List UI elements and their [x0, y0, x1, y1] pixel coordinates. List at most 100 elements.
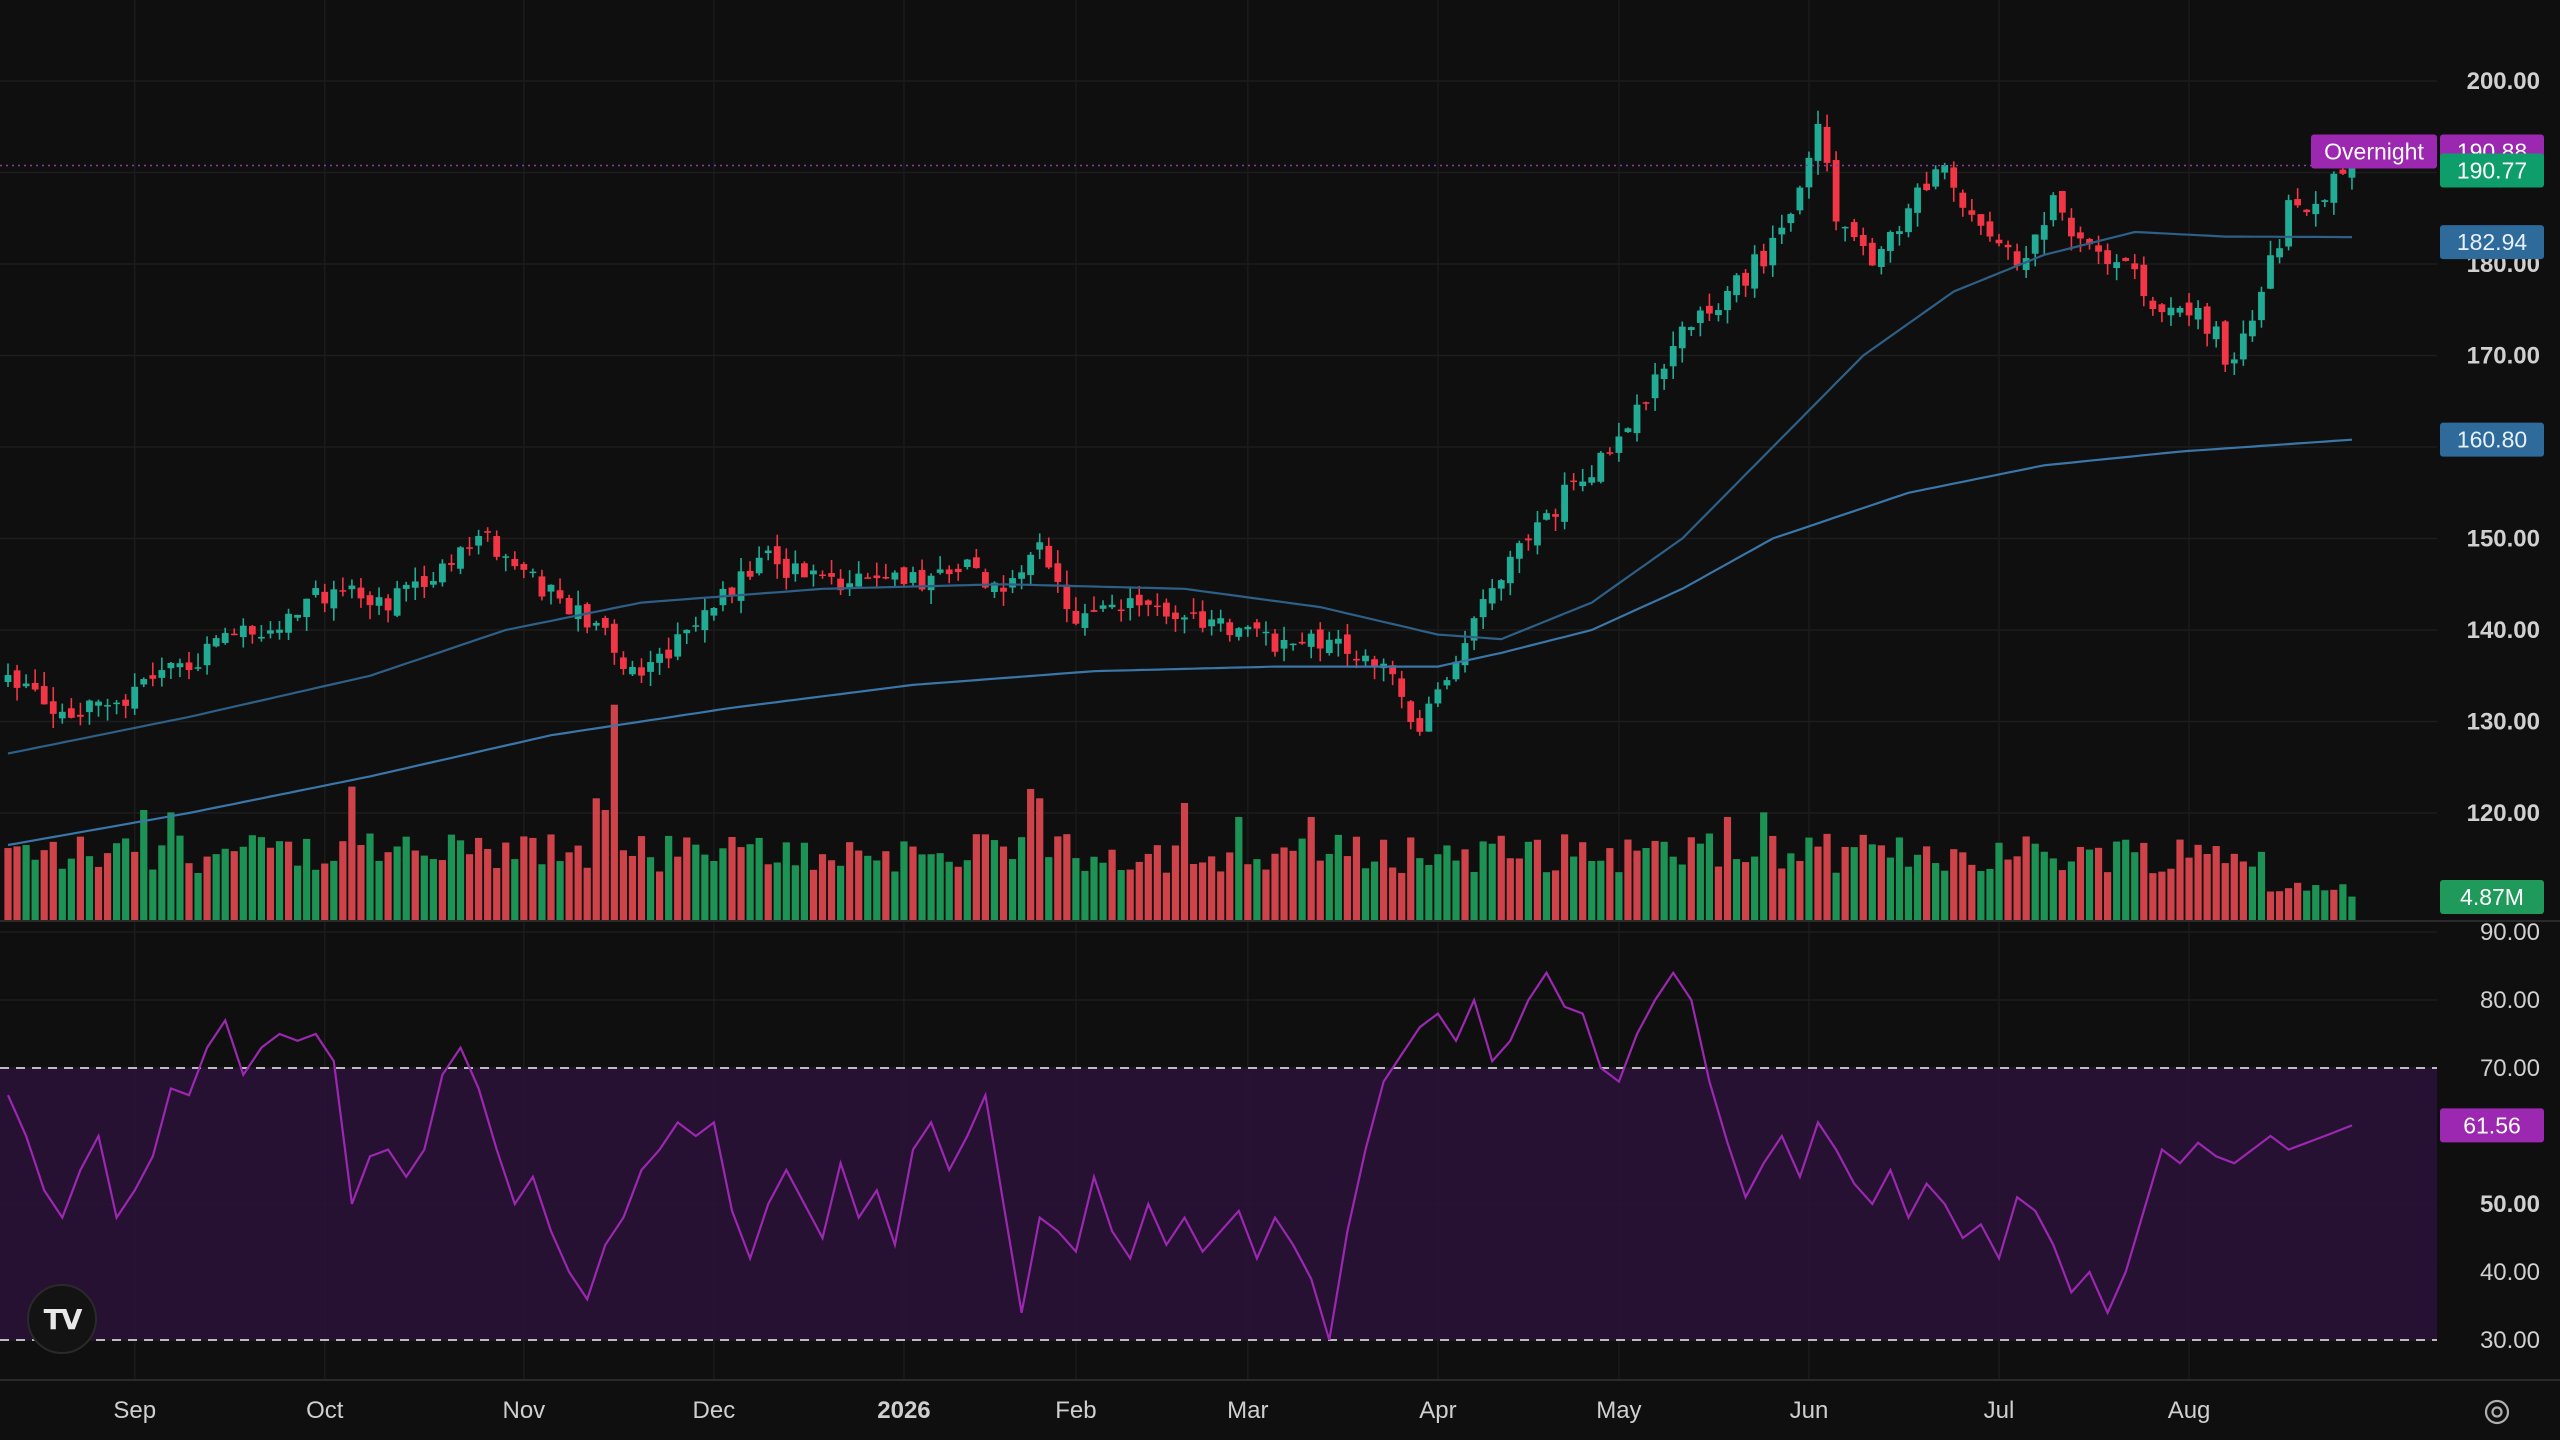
- candle-body: [1796, 187, 1804, 211]
- volume-bar: [674, 856, 682, 920]
- candle-body: [1280, 640, 1288, 649]
- volume-bar: [1479, 841, 1487, 920]
- candle-body: [203, 643, 211, 666]
- candle-body: [547, 584, 555, 592]
- time-axis-label: Dec: [693, 1397, 736, 1424]
- volume-bar: [646, 857, 655, 920]
- candle-body: [1398, 678, 1406, 697]
- volume-bar: [637, 836, 646, 920]
- candle-body: [2258, 291, 2265, 321]
- volume-bar: [1995, 842, 2003, 920]
- volume-bar: [2303, 890, 2311, 920]
- candle-body: [755, 557, 763, 574]
- volume-bar: [266, 847, 275, 920]
- candle-body: [2031, 234, 2039, 254]
- volume-bar: [1045, 857, 1053, 920]
- volume-bar: [284, 841, 293, 920]
- candle-body: [1832, 160, 1840, 222]
- volume-bar: [1561, 834, 1569, 920]
- volume-bar: [1054, 836, 1062, 920]
- volume-bar: [1515, 858, 1523, 920]
- volume-bar: [113, 843, 121, 920]
- candle-body: [67, 708, 75, 718]
- volume-bar: [1090, 856, 1098, 920]
- candle-body: [1751, 254, 1759, 289]
- volume-bar: [2076, 846, 2085, 920]
- volume-bar: [1859, 834, 1867, 920]
- candle-body: [176, 663, 184, 668]
- tradingview-logo-icon[interactable]: TV: [27, 1284, 97, 1354]
- volume-bar: [158, 845, 166, 920]
- candle-body: [1733, 275, 1740, 296]
- candle-body: [1534, 522, 1541, 546]
- volume-bar: [1904, 866, 1913, 920]
- volume-bar: [447, 834, 456, 920]
- candle-body: [1506, 556, 1514, 584]
- volume-bar: [76, 836, 84, 920]
- volume-bar: [818, 854, 827, 920]
- last-price-tag-text: 190.77: [2457, 157, 2527, 183]
- volume-bar: [909, 846, 917, 920]
- volume-bar: [2239, 861, 2247, 920]
- volume-bar: [1099, 862, 1107, 920]
- volume-bar: [1334, 834, 1342, 920]
- overnight-label: Overnight: [2311, 134, 2437, 169]
- volume-bar: [1398, 872, 1406, 920]
- volume-bar: [2094, 847, 2103, 920]
- candle-body: [1615, 436, 1623, 453]
- volume-bar: [1542, 872, 1551, 920]
- candle-body: [810, 570, 817, 575]
- volume-bar: [2004, 859, 2012, 920]
- volume-bar: [1588, 861, 1596, 920]
- volume-bar: [58, 868, 66, 920]
- volume-bar: [755, 837, 763, 920]
- gear-icon[interactable]: [2480, 1395, 2514, 1429]
- candle-body: [348, 585, 356, 590]
- volume-bar: [239, 846, 247, 920]
- candle-body: [972, 557, 980, 569]
- volume-bar: [1633, 850, 1641, 920]
- candle-body: [22, 683, 30, 687]
- volume-bar: [891, 871, 899, 920]
- candle-body: [2267, 255, 2274, 289]
- volume-bar: [1796, 860, 1804, 920]
- volume-bar: [2131, 852, 2139, 920]
- candle-body: [95, 701, 102, 706]
- candle-body: [49, 701, 57, 714]
- candle-body: [1298, 641, 1306, 644]
- sma-200-tag-text: 160.80: [2457, 427, 2527, 453]
- candle-body: [1018, 572, 1025, 579]
- candle-body: [276, 629, 283, 633]
- time-axis-label: May: [1596, 1397, 1641, 1424]
- candle-body: [393, 588, 401, 616]
- volume-bar: [972, 834, 980, 920]
- candle-body: [167, 662, 175, 669]
- candle-body: [1362, 655, 1369, 662]
- candle-body: [1959, 192, 1967, 208]
- candle-body: [1144, 600, 1152, 605]
- volume-bar: [918, 854, 926, 920]
- candle-body: [1968, 210, 1976, 215]
- volume-bar: [1986, 868, 1994, 920]
- chart-canvas[interactable]: 120.00130.00140.00150.00170.00180.00200.…: [0, 0, 2560, 1440]
- candle-body: [900, 567, 908, 585]
- candle-body: [1887, 231, 1894, 251]
- candle-body: [1905, 208, 1912, 233]
- volume-bar: [2176, 839, 2184, 920]
- rsi-axis-tick-label: 30.00: [2480, 1327, 2540, 1354]
- candle-body: [864, 577, 872, 579]
- candle-body: [122, 699, 130, 706]
- candle-body: [1407, 701, 1415, 723]
- candle-body: [1353, 658, 1360, 661]
- volume-bar: [1968, 864, 1976, 920]
- candle-body: [1181, 617, 1188, 620]
- volume-bar: [1271, 853, 1279, 920]
- volume-bar: [257, 837, 265, 920]
- candle-body: [927, 575, 935, 591]
- candle-body: [258, 636, 265, 639]
- volume-bar: [2285, 888, 2293, 920]
- volume-bar: [1732, 859, 1741, 920]
- rsi-axis-tick-label: 80.00: [2480, 987, 2540, 1014]
- volume-bar: [140, 810, 148, 920]
- volume-bar: [1289, 850, 1297, 920]
